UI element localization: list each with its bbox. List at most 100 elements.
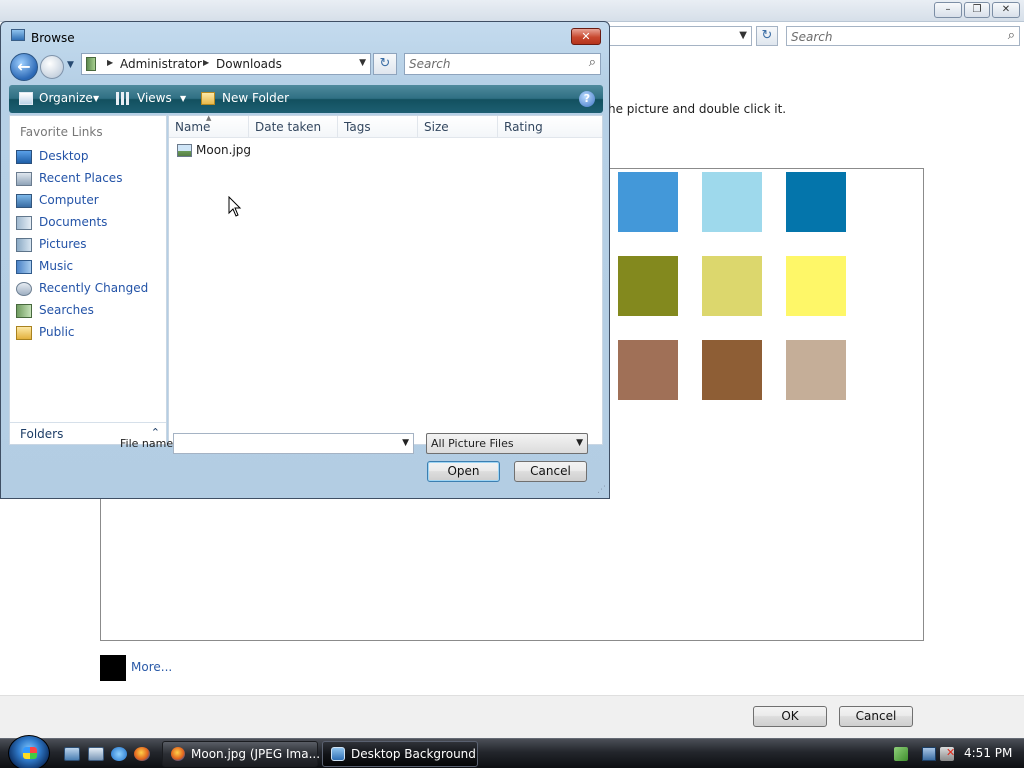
nav-item-recent-places[interactable]: Recent Places [15, 169, 163, 189]
nav-item-label: Recently Changed [39, 281, 149, 295]
address-bar[interactable]: ▼ [600, 26, 752, 46]
search-icon[interactable]: ⌕ [589, 55, 596, 70]
search-placeholder: Search [409, 57, 451, 71]
dialog-title: Browse [31, 31, 75, 45]
network-icon[interactable] [922, 747, 936, 761]
color-swatch[interactable] [786, 172, 846, 232]
window-close-button[interactable]: ✕ [992, 2, 1020, 18]
chevron-down-icon[interactable]: ▼ [359, 58, 366, 68]
recent-pages-chevron-icon[interactable]: ▼ [67, 60, 74, 70]
folder-icon [86, 57, 96, 71]
breadcrumb-separator-icon[interactable]: ▶ [203, 58, 209, 67]
color-swatch[interactable] [618, 340, 678, 400]
refresh-icon[interactable]: ↻ [756, 26, 778, 46]
breadcrumb-item[interactable]: Administrator [120, 57, 202, 71]
search-input[interactable]: Search ⌕ [786, 26, 1020, 46]
search-icon[interactable]: ⌕ [1008, 28, 1015, 43]
nav-item-label: Desktop [39, 149, 89, 163]
column-header-rating[interactable]: Rating [498, 116, 602, 138]
browse-dialog: Browse ✕ ← ▼ ▶ Administrator ▶ Downloads… [0, 21, 610, 499]
nav-item-documents[interactable]: Documents [15, 213, 163, 233]
cancel-button[interactable]: Cancel [514, 461, 587, 482]
breadcrumb-item[interactable]: Downloads [216, 57, 282, 71]
security-status-icon[interactable] [894, 747, 908, 761]
color-swatch[interactable] [702, 256, 762, 316]
pictures-icon [16, 238, 32, 252]
cancel-button[interactable]: Cancel [839, 706, 913, 727]
open-button[interactable]: Open [427, 461, 500, 482]
nav-item-public[interactable]: Public [15, 323, 163, 343]
window-titlebar: – ❐ ✕ [0, 0, 1024, 22]
color-swatch[interactable] [786, 340, 846, 400]
favorite-links-heading: Favorite Links [20, 125, 103, 139]
dialog-app-icon [11, 29, 25, 41]
nav-item-computer[interactable]: Computer [15, 191, 163, 211]
help-icon[interactable]: ? [579, 91, 595, 107]
chevron-down-icon[interactable]: ▼ [93, 94, 99, 103]
views-menu-button[interactable]: Views [137, 91, 172, 105]
refresh-icon[interactable]: ↻ [373, 53, 397, 75]
firefox-icon[interactable] [134, 747, 150, 761]
image-file-icon [177, 144, 192, 157]
volume-muted-icon[interactable]: ✕ [940, 746, 955, 761]
clock[interactable]: 4:51 PM [964, 746, 1012, 760]
show-desktop-icon[interactable] [64, 747, 80, 761]
search-placeholder: Search [791, 30, 833, 44]
instruction-text-fragment: he picture and double click it. [608, 102, 787, 116]
search-input[interactable]: Search ⌕ [404, 53, 601, 75]
nav-item-pictures[interactable]: Pictures [15, 235, 163, 255]
column-header-label: Size [424, 120, 449, 134]
more-colors-link[interactable]: More... [131, 660, 172, 674]
color-swatch[interactable] [618, 172, 678, 232]
public-folder-icon [16, 326, 32, 340]
chevron-down-icon[interactable]: ▼ [180, 94, 186, 103]
color-swatch[interactable] [702, 172, 762, 232]
file-name-input[interactable]: ▼ [173, 433, 414, 454]
taskbar-button-firefox[interactable]: Moon.jpg (JPEG Ima... [162, 741, 320, 767]
dialog-close-button[interactable]: ✕ [571, 28, 601, 45]
nav-item-music[interactable]: Music [15, 257, 163, 277]
file-type-value: All Picture Files [431, 437, 514, 450]
column-header-date-taken[interactable]: Date taken [249, 116, 338, 138]
internet-explorer-icon[interactable] [111, 747, 127, 761]
maximize-button[interactable]: ❐ [964, 2, 990, 18]
back-arrow-icon[interactable]: ← [10, 53, 38, 81]
taskbar-button-label: Desktop Background [351, 747, 476, 761]
nav-item-desktop[interactable]: Desktop [15, 147, 163, 167]
file-list-item[interactable]: Moon.jpg [175, 142, 255, 160]
breadcrumb-separator-icon[interactable]: ▶ [107, 58, 113, 67]
color-swatch[interactable] [702, 340, 762, 400]
display-settings-icon [331, 747, 345, 761]
nav-item-searches[interactable]: Searches [15, 301, 163, 321]
column-header-tags[interactable]: Tags [338, 116, 418, 138]
recently-changed-icon [16, 282, 32, 296]
taskbar: Moon.jpg (JPEG Ima... Desktop Background… [0, 735, 1024, 768]
new-folder-icon[interactable] [201, 92, 215, 105]
switch-windows-icon[interactable] [88, 747, 104, 761]
column-header-label: Name [175, 120, 211, 134]
views-icon[interactable] [116, 92, 130, 105]
resize-grip-icon[interactable]: ⋰ [597, 485, 606, 495]
searches-icon [16, 304, 32, 318]
ok-button[interactable]: OK [753, 706, 827, 727]
color-swatch[interactable] [618, 256, 678, 316]
file-type-select[interactable]: All Picture Files ▼ [426, 433, 588, 454]
new-folder-button[interactable]: New Folder [222, 91, 289, 105]
organize-icon[interactable] [19, 92, 33, 105]
taskbar-button-desktop-background[interactable]: Desktop Background [322, 741, 478, 767]
minimize-button[interactable]: – [934, 2, 962, 18]
chevron-down-icon[interactable]: ▼ [576, 438, 583, 448]
address-bar[interactable]: ▶ Administrator ▶ Downloads ▼ [81, 53, 371, 75]
forward-arrow-icon[interactable] [40, 55, 64, 79]
start-button[interactable] [8, 735, 50, 768]
firefox-icon [171, 747, 185, 761]
column-header-size[interactable]: Size [418, 116, 498, 138]
column-header-name[interactable]: ▲ Name [169, 114, 249, 138]
chevron-down-icon[interactable]: ▼ [402, 438, 409, 448]
folders-label: Folders [20, 427, 64, 441]
nav-item-recently-changed[interactable]: Recently Changed [15, 279, 163, 299]
organize-menu-button[interactable]: Organize [39, 91, 93, 105]
color-swatch[interactable] [786, 256, 846, 316]
chevron-down-icon[interactable]: ▼ [739, 30, 747, 41]
current-color-swatch[interactable] [100, 655, 126, 681]
